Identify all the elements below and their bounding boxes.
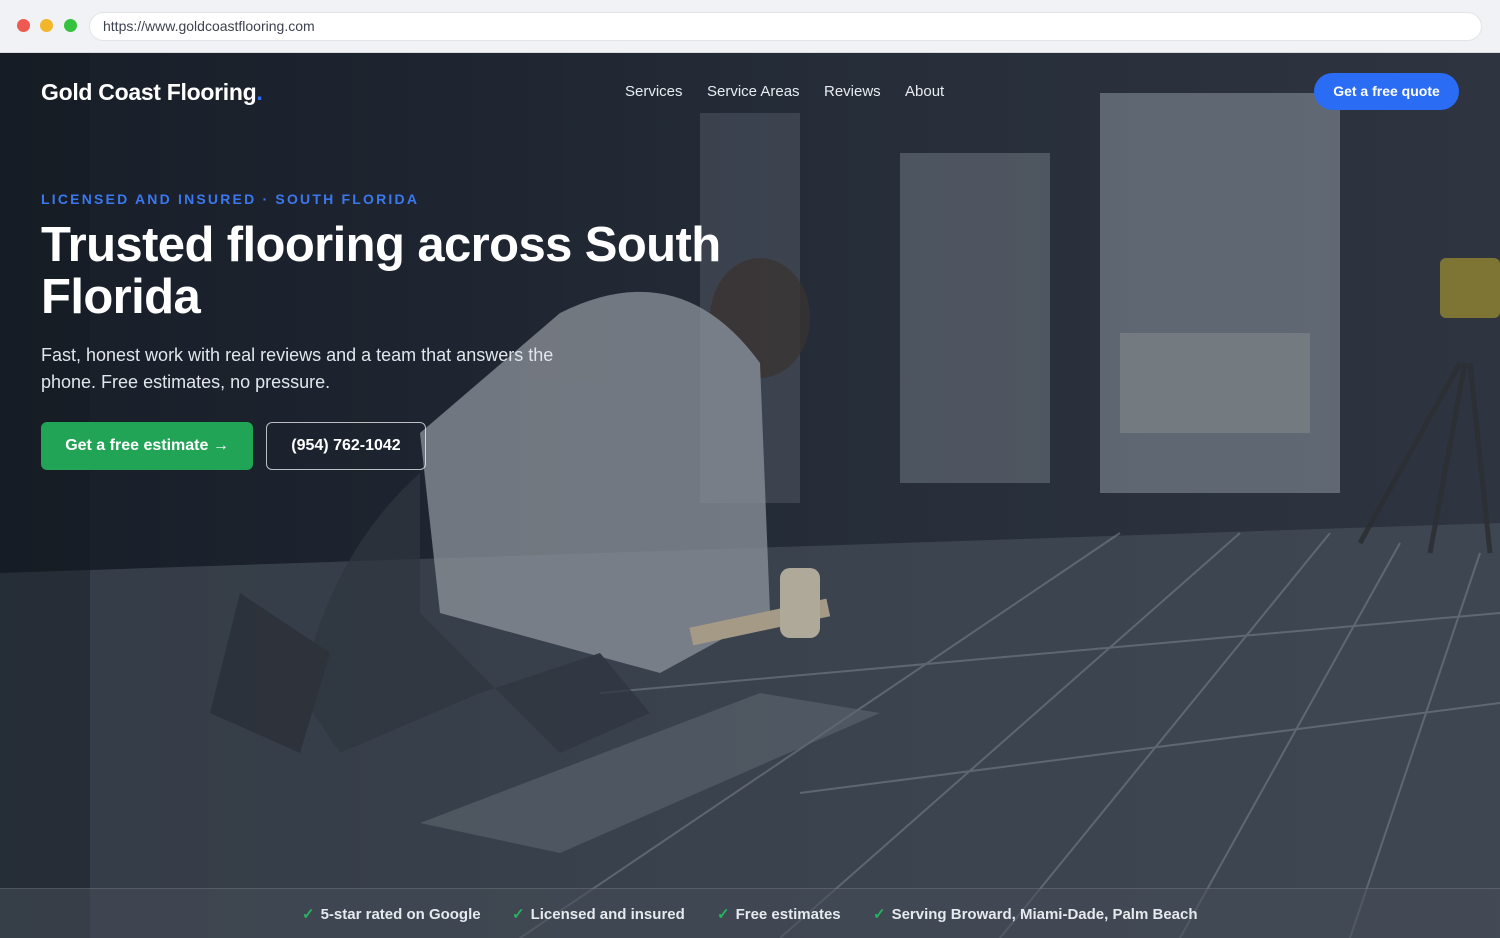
nav-link-services[interactable]: Services xyxy=(625,83,683,100)
maximize-window-icon[interactable] xyxy=(64,19,77,32)
hero-headline: Trusted flooring across South Florida xyxy=(41,218,721,324)
get-free-quote-button[interactable]: Get a free quote xyxy=(1314,73,1459,110)
trust-item-service-area: ✓ Serving Broward, Miami-Dade, Palm Beach xyxy=(873,905,1198,923)
minimize-window-icon[interactable] xyxy=(40,19,53,32)
trust-bar: ✓ 5-star rated on Google ✓ Licensed and in… xyxy=(0,888,1500,938)
trust-item-label: 5-star rated on Google xyxy=(320,906,481,923)
close-window-icon[interactable] xyxy=(17,19,30,32)
trust-item-label: Free estimates xyxy=(735,906,841,923)
check-icon: ✓ xyxy=(717,906,730,923)
hero-eyebrow: LICENSED AND INSURED · SOUTH FLORIDA xyxy=(41,191,420,207)
hero-background-photo xyxy=(0,53,1500,938)
browser-chrome: https://www.goldcoastflooring.com xyxy=(0,0,1500,53)
trust-item-google-rating: ✓ 5-star rated on Google xyxy=(302,905,481,923)
hero-section: Gold Coast Flooring. Services Service Ar… xyxy=(0,53,1500,938)
get-free-estimate-button[interactable]: Get a free estimate → xyxy=(41,422,253,470)
nav-link-service-areas[interactable]: Service Areas xyxy=(707,83,800,100)
trust-item-licensed: ✓ Licensed and insured xyxy=(512,905,685,923)
hero-subtext: Fast, honest work with real reviews and … xyxy=(41,345,554,392)
nav-link-about[interactable]: About xyxy=(905,83,944,100)
check-icon: ✓ xyxy=(302,906,315,923)
check-icon: ✓ xyxy=(873,906,886,923)
brand-dot: . xyxy=(256,79,263,105)
check-icon: ✓ xyxy=(512,906,525,923)
trust-item-label: Serving Broward, Miami-Dade, Palm Beach xyxy=(891,906,1198,923)
trust-item-free-estimates: ✓ Free estimates xyxy=(717,905,841,923)
trust-item-label: Licensed and insured xyxy=(530,906,685,923)
brand-name: Gold Coast Flooring xyxy=(41,79,257,105)
nav-link-reviews[interactable]: Reviews xyxy=(824,83,881,100)
brand-logo[interactable]: Gold Coast Flooring. xyxy=(41,79,263,106)
address-bar[interactable]: https://www.goldcoastflooring.com xyxy=(89,12,1482,41)
phone-call-button[interactable]: (954) 762-1042 xyxy=(266,422,426,470)
